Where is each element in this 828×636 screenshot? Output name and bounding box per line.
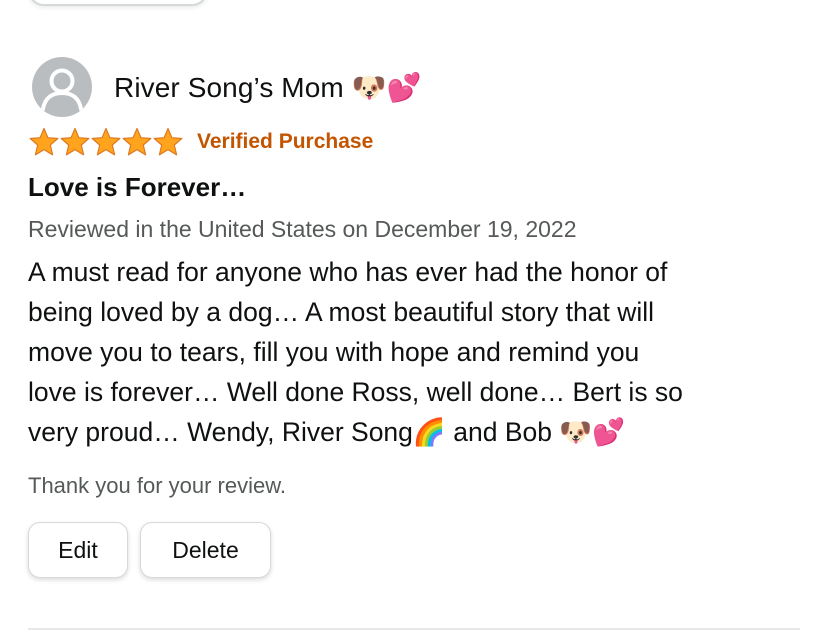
thank-you-message: Thank you for your review.	[28, 473, 287, 498]
star-rating	[28, 126, 183, 158]
review-body-line: being loved by a dog… A most beautiful s…	[28, 297, 655, 327]
review-body-line: A must read for anyone who has ever had …	[28, 257, 668, 287]
review-body-line: very proud… Wendy, River Song🌈 and Bob 🐶…	[28, 417, 626, 447]
star-icon	[153, 127, 183, 156]
star-icon	[60, 127, 90, 156]
review-date: Reviewed in the United States on Decembe…	[28, 216, 577, 242]
verified-purchase-badge: Verified Purchase	[197, 130, 374, 153]
divider	[28, 628, 800, 630]
reviewer-profile[interactable]: River Song’s Mom 🐶💕	[32, 57, 422, 117]
user-avatar-icon	[41, 68, 83, 111]
review-body-line: move you to tears, fill you with hope an…	[28, 337, 640, 367]
star-icon	[29, 127, 59, 156]
review-page: River Song’s Mom 🐶💕 Verified Purchase Lo…	[0, 0, 828, 636]
avatar	[32, 57, 92, 117]
review-body-line: love is forever… Well done Ross, well do…	[28, 377, 683, 407]
star-icon	[91, 127, 121, 156]
delete-button[interactable]: Delete	[140, 522, 271, 578]
reviewer-name: River Song’s Mom 🐶💕	[114, 71, 422, 103]
previous-review-button[interactable]	[28, 0, 208, 6]
review-body: A must read for anyone who has ever had …	[28, 252, 788, 452]
review-title: Love is Forever…	[28, 172, 247, 202]
rating-row: Verified Purchase	[28, 126, 373, 158]
edit-button[interactable]: Edit	[28, 522, 128, 578]
star-icon	[122, 127, 152, 156]
